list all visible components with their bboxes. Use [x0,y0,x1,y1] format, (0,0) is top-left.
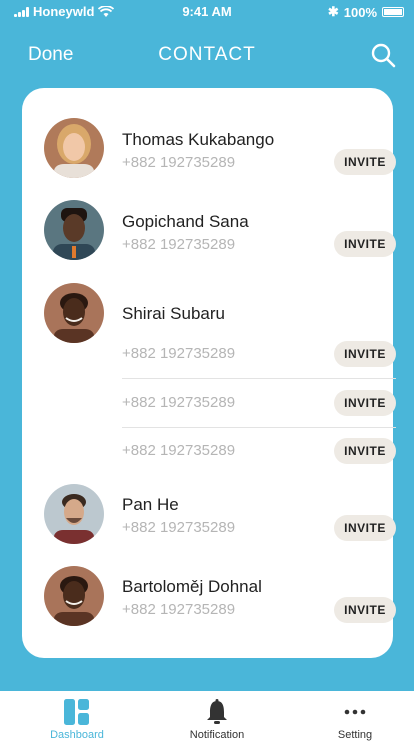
invite-button[interactable]: INVITE [334,438,396,464]
contact-phone: +882 192735289 [122,601,236,618]
contact-name: Shirai Subaru [122,304,226,323]
status-right: ✱ 100% [328,4,404,20]
avatar [44,118,104,178]
contact-name: Pan He [122,495,179,514]
contact-name: Thomas Kukabango [122,130,275,149]
contact-name: Gopichand Sana [122,212,249,231]
tab-dashboard[interactable]: Dashboard [8,691,146,745]
contact-phone: +882 192735289 [122,394,236,411]
tab-bar: Dashboard Notification Setting [0,691,414,745]
avatar [44,200,104,260]
dashboard-icon [64,699,89,725]
battery-percent: 100% [343,4,377,20]
bluetooth-icon: ✱ [327,4,339,19]
invite-button[interactable]: INVITE [334,231,396,257]
tab-setting[interactable]: Setting [286,691,414,745]
tab-label: Notification [189,729,245,741]
avatar [44,484,104,544]
contact-phone: +882 192735289 [122,519,236,536]
tab-label: Dashboard [50,729,104,741]
contact-phone: +882 192735289 [122,345,236,362]
avatar [44,283,104,343]
divider [122,378,396,379]
avatar [44,566,104,626]
status-bar: Honeywld 9:41 AM ✱ 100% [0,0,414,22]
contact-name: Bartoloměj Dohnal [122,577,262,596]
invite-button[interactable]: INVITE [334,341,396,367]
tab-label: Setting [337,729,373,741]
bell-icon [207,699,227,724]
divider [122,427,396,428]
battery-icon [382,7,404,17]
nav-bar: Done CONTACT [0,30,414,80]
tab-notification[interactable]: Notification [148,691,286,745]
invite-button[interactable]: INVITE [334,597,396,623]
invite-button[interactable]: INVITE [334,515,396,541]
contacts-card: Thomas Kukabango +882 192735289 INVITE G… [22,88,396,658]
contact-phone: +882 192735289 [122,442,236,459]
invite-button[interactable]: INVITE [334,390,396,416]
contact-phone: +882 192735289 [122,236,236,253]
search-icon[interactable] [370,42,396,68]
contact-phone: +882 192735289 [122,154,236,171]
invite-button[interactable]: INVITE [334,149,396,175]
more-icon [344,709,366,715]
page-title: CONTACT [158,44,256,65]
